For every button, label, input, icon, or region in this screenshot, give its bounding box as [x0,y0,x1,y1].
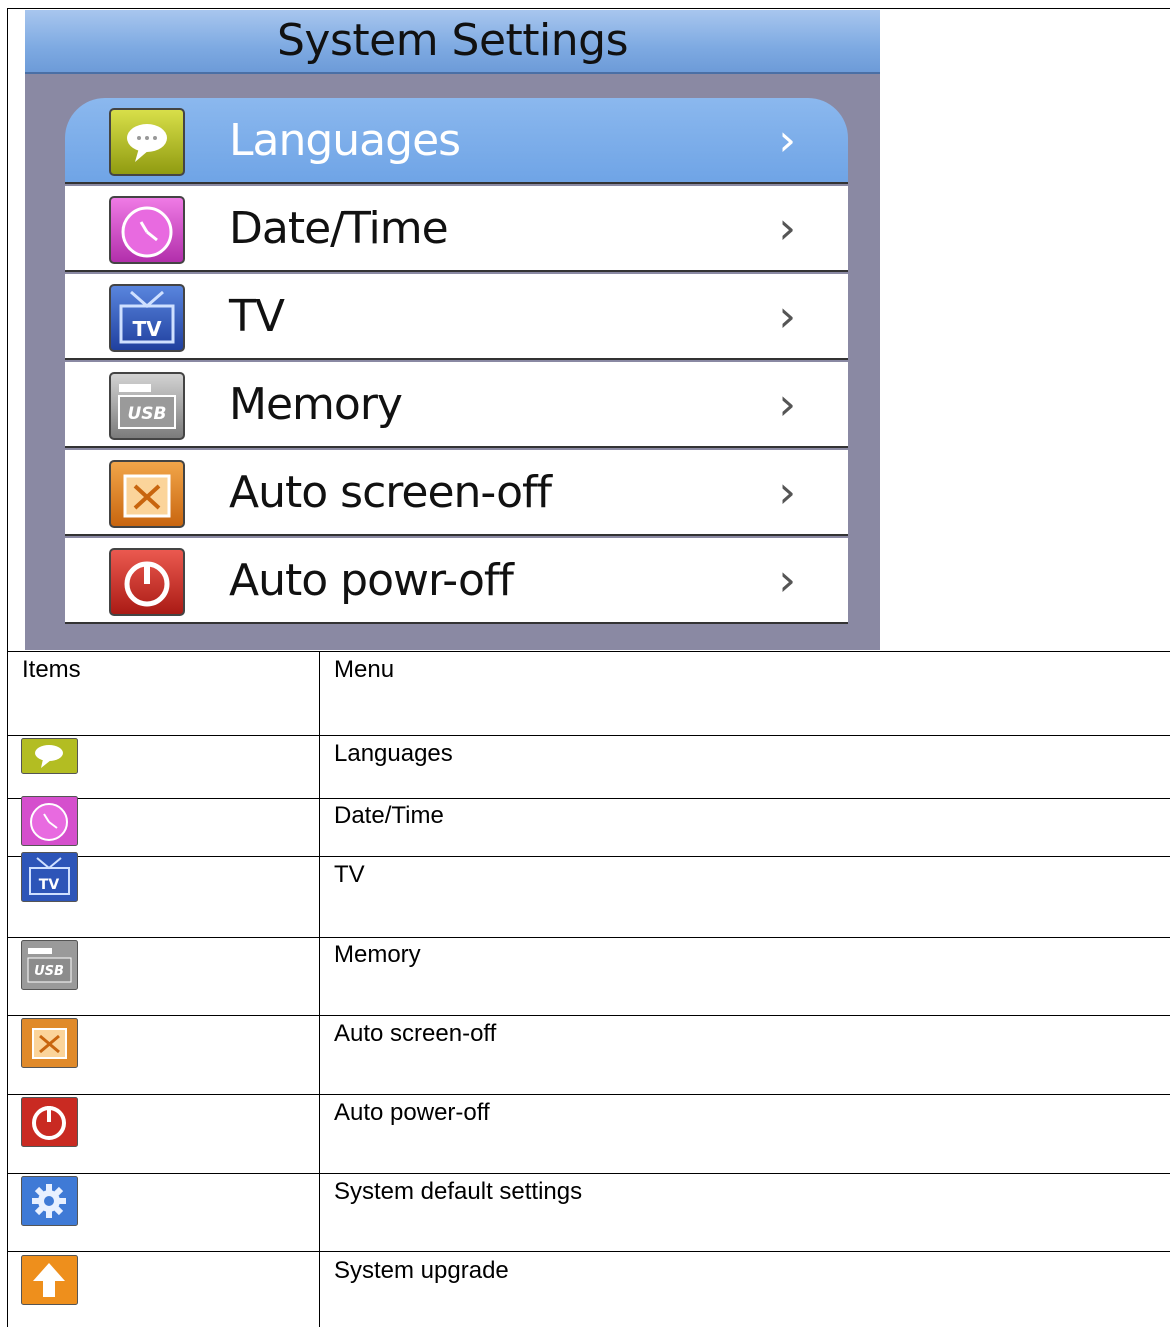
table-divider [8,1251,1170,1252]
tv-icon: TV [21,852,78,902]
svg-text:USB: USB [34,964,64,979]
clock-icon [21,796,78,846]
table-divider [8,1173,1170,1174]
menu-item-label: Languages [229,115,461,166]
menu-item-auto-power-off[interactable]: Auto powr-off › [65,538,848,624]
chevron-right-icon: › [778,467,796,518]
column-header-menu: Menu [334,656,395,683]
device-screen: System Settings Languages › Date/Time › [25,10,880,650]
upgrade-arrow-icon [21,1255,78,1305]
screen-off-icon [109,460,185,528]
table-divider [8,1094,1170,1095]
table-divider [8,735,1170,736]
menu-item-label: Memory [229,379,403,430]
menu-item-auto-screen-off[interactable]: Auto screen-off › [65,450,848,536]
menu-item-date-time[interactable]: Date/Time › [65,186,848,272]
table-divider [8,1015,1170,1016]
tv-icon: TV [109,284,185,352]
menu-item-memory[interactable]: USB Memory › [65,362,848,448]
table-cell-menu: Languages [334,740,453,767]
table-cell-menu: System default settings [334,1178,583,1205]
column-header-items: Items [22,656,81,683]
table-divider [8,856,1170,857]
speech-bubble-icon [21,738,78,774]
table-divider [8,798,1170,799]
usb-icon: USB [21,940,78,990]
chevron-right-icon: › [778,203,796,254]
speech-bubble-icon [109,108,185,176]
table-cell-menu: Auto screen-off [334,1020,497,1047]
svg-text:TV: TV [132,317,162,341]
power-icon [21,1097,78,1147]
clock-icon [109,196,185,264]
chevron-right-icon: › [778,379,796,430]
table-divider [8,651,1170,652]
table-cell-menu: Memory [334,941,421,968]
menu-item-tv[interactable]: TV TV › [65,274,848,360]
table-divider [8,937,1170,938]
screen-off-icon [21,1018,78,1068]
chevron-right-icon: › [778,555,796,606]
svg-text:TV: TV [39,877,60,893]
menu-item-label: TV [229,291,285,342]
menu-item-languages[interactable]: Languages › [65,98,848,184]
table-cell-menu: Date/Time [334,802,444,829]
usb-icon: USB [109,372,185,440]
menu-item-label: Auto screen-off [229,467,552,518]
table-cell-menu: TV [334,861,365,888]
gear-icon [21,1176,78,1226]
table-column-divider [319,651,320,1327]
table-cell-menu: Auto power-off [334,1099,490,1126]
table-cell-menu: System upgrade [334,1257,509,1284]
chevron-right-icon: › [778,115,796,166]
svg-text:USB: USB [127,404,166,424]
menu-item-label: Auto powr-off [229,555,514,606]
chevron-right-icon: › [778,291,796,342]
screen-title: System Settings [25,10,880,74]
settings-menu: Languages › Date/Time › TV TV › USB Memo… [65,98,848,638]
power-icon [109,548,185,616]
menu-item-label: Date/Time [229,203,449,254]
